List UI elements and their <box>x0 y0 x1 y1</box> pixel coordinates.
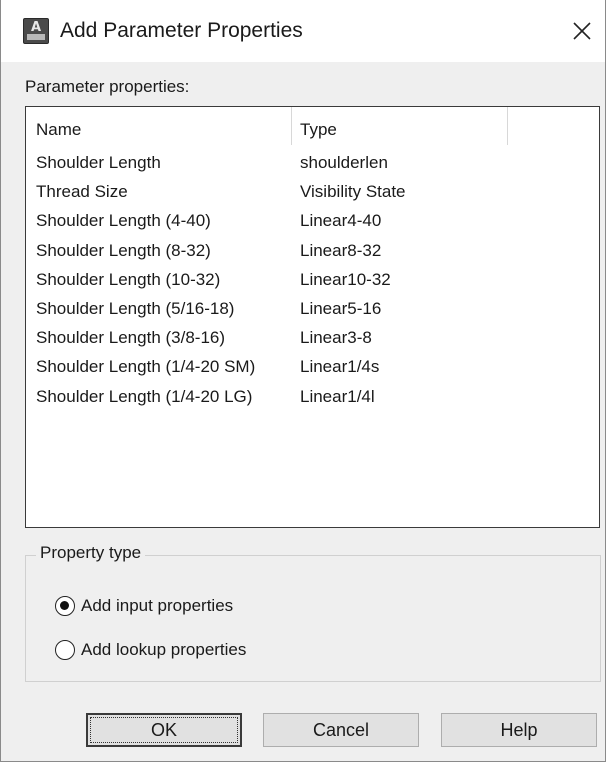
list-item[interactable]: Shoulder Length shoulderlen <box>26 153 599 182</box>
parameter-properties-label: Parameter properties: <box>25 77 190 96</box>
list-item[interactable]: Shoulder Length (5/16-18) Linear5-16 <box>26 299 599 328</box>
column-header-name[interactable]: Name <box>26 107 292 145</box>
item-type: Linear1/4s <box>300 357 380 377</box>
radio-label: Add lookup properties <box>81 640 247 659</box>
list-item[interactable]: Shoulder Length (1/4-20 SM) Linear1/4s <box>26 357 599 386</box>
list-item[interactable]: Shoulder Length (4-40) Linear4-40 <box>26 211 599 240</box>
column-header-type[interactable]: Type <box>292 107 508 145</box>
list-rows: Shoulder Length shoulderlen Thread Size … <box>26 153 599 416</box>
close-button[interactable] <box>563 12 601 50</box>
help-button-label: Help <box>500 720 538 740</box>
item-type: Linear3-8 <box>300 328 372 348</box>
add-parameter-properties-dialog: A Add Parameter Properties Parameter pro… <box>0 0 606 762</box>
item-type: Linear1/4l <box>300 386 375 406</box>
item-name: Shoulder Length (10-32) <box>36 269 221 289</box>
item-name: Shoulder Length (8-32) <box>36 240 211 260</box>
item-name: Thread Size <box>36 182 128 202</box>
list-item[interactable]: Shoulder Length (3/8-16) Linear3-8 <box>26 328 599 357</box>
item-type: shoulderlen <box>300 153 388 172</box>
radio-button-unselected[interactable] <box>55 640 75 660</box>
item-name: Shoulder Length (1/4-20 LG) <box>36 386 253 406</box>
item-name: Shoulder Length (3/8-16) <box>36 328 226 348</box>
radio-label: Add input properties <box>81 596 234 615</box>
autocad-app-icon: A <box>23 18 49 44</box>
focus-rectangle <box>90 717 238 743</box>
list-item[interactable]: Thread Size Visibility State <box>26 182 599 211</box>
app-icon-letter: A <box>30 20 42 35</box>
item-type: Linear10-32 <box>300 269 391 289</box>
item-name: Shoulder Length <box>36 153 161 172</box>
list-item[interactable]: Shoulder Length (8-32) Linear8-32 <box>26 241 599 270</box>
item-type: Linear4-40 <box>300 211 382 231</box>
item-type: Linear5-16 <box>300 298 382 318</box>
property-type-group: Property type Add input properties Add l… <box>25 543 601 682</box>
list-item[interactable]: Shoulder Length (10-32) Linear10-32 <box>26 270 599 299</box>
item-name: Shoulder Length (1/4-20 SM) <box>36 357 256 377</box>
item-name: Shoulder Length (4-40) <box>36 211 211 231</box>
list-header: Name Type <box>26 107 599 145</box>
ok-button[interactable]: OK <box>86 713 242 747</box>
item-name: Shoulder Length (5/16-18) <box>36 298 235 318</box>
radio-button-selected[interactable] <box>55 596 75 616</box>
cancel-button[interactable]: Cancel <box>263 713 419 747</box>
cancel-button-label: Cancel <box>312 720 370 740</box>
help-button[interactable]: Help <box>441 713 597 747</box>
title-bar: A Add Parameter Properties <box>1 0 605 62</box>
window-title: Add Parameter Properties <box>60 19 303 42</box>
item-type: Linear8-32 <box>300 240 382 260</box>
close-icon <box>573 22 591 40</box>
list-item[interactable]: Shoulder Length (1/4-20 LG) Linear1/4l <box>26 387 599 416</box>
item-type: Visibility State <box>300 182 406 202</box>
property-type-title: Property type <box>36 543 146 563</box>
parameter-properties-list[interactable]: Name Type Shoulder Length shoulderlen Th… <box>25 106 600 528</box>
radio-dot <box>60 601 69 610</box>
